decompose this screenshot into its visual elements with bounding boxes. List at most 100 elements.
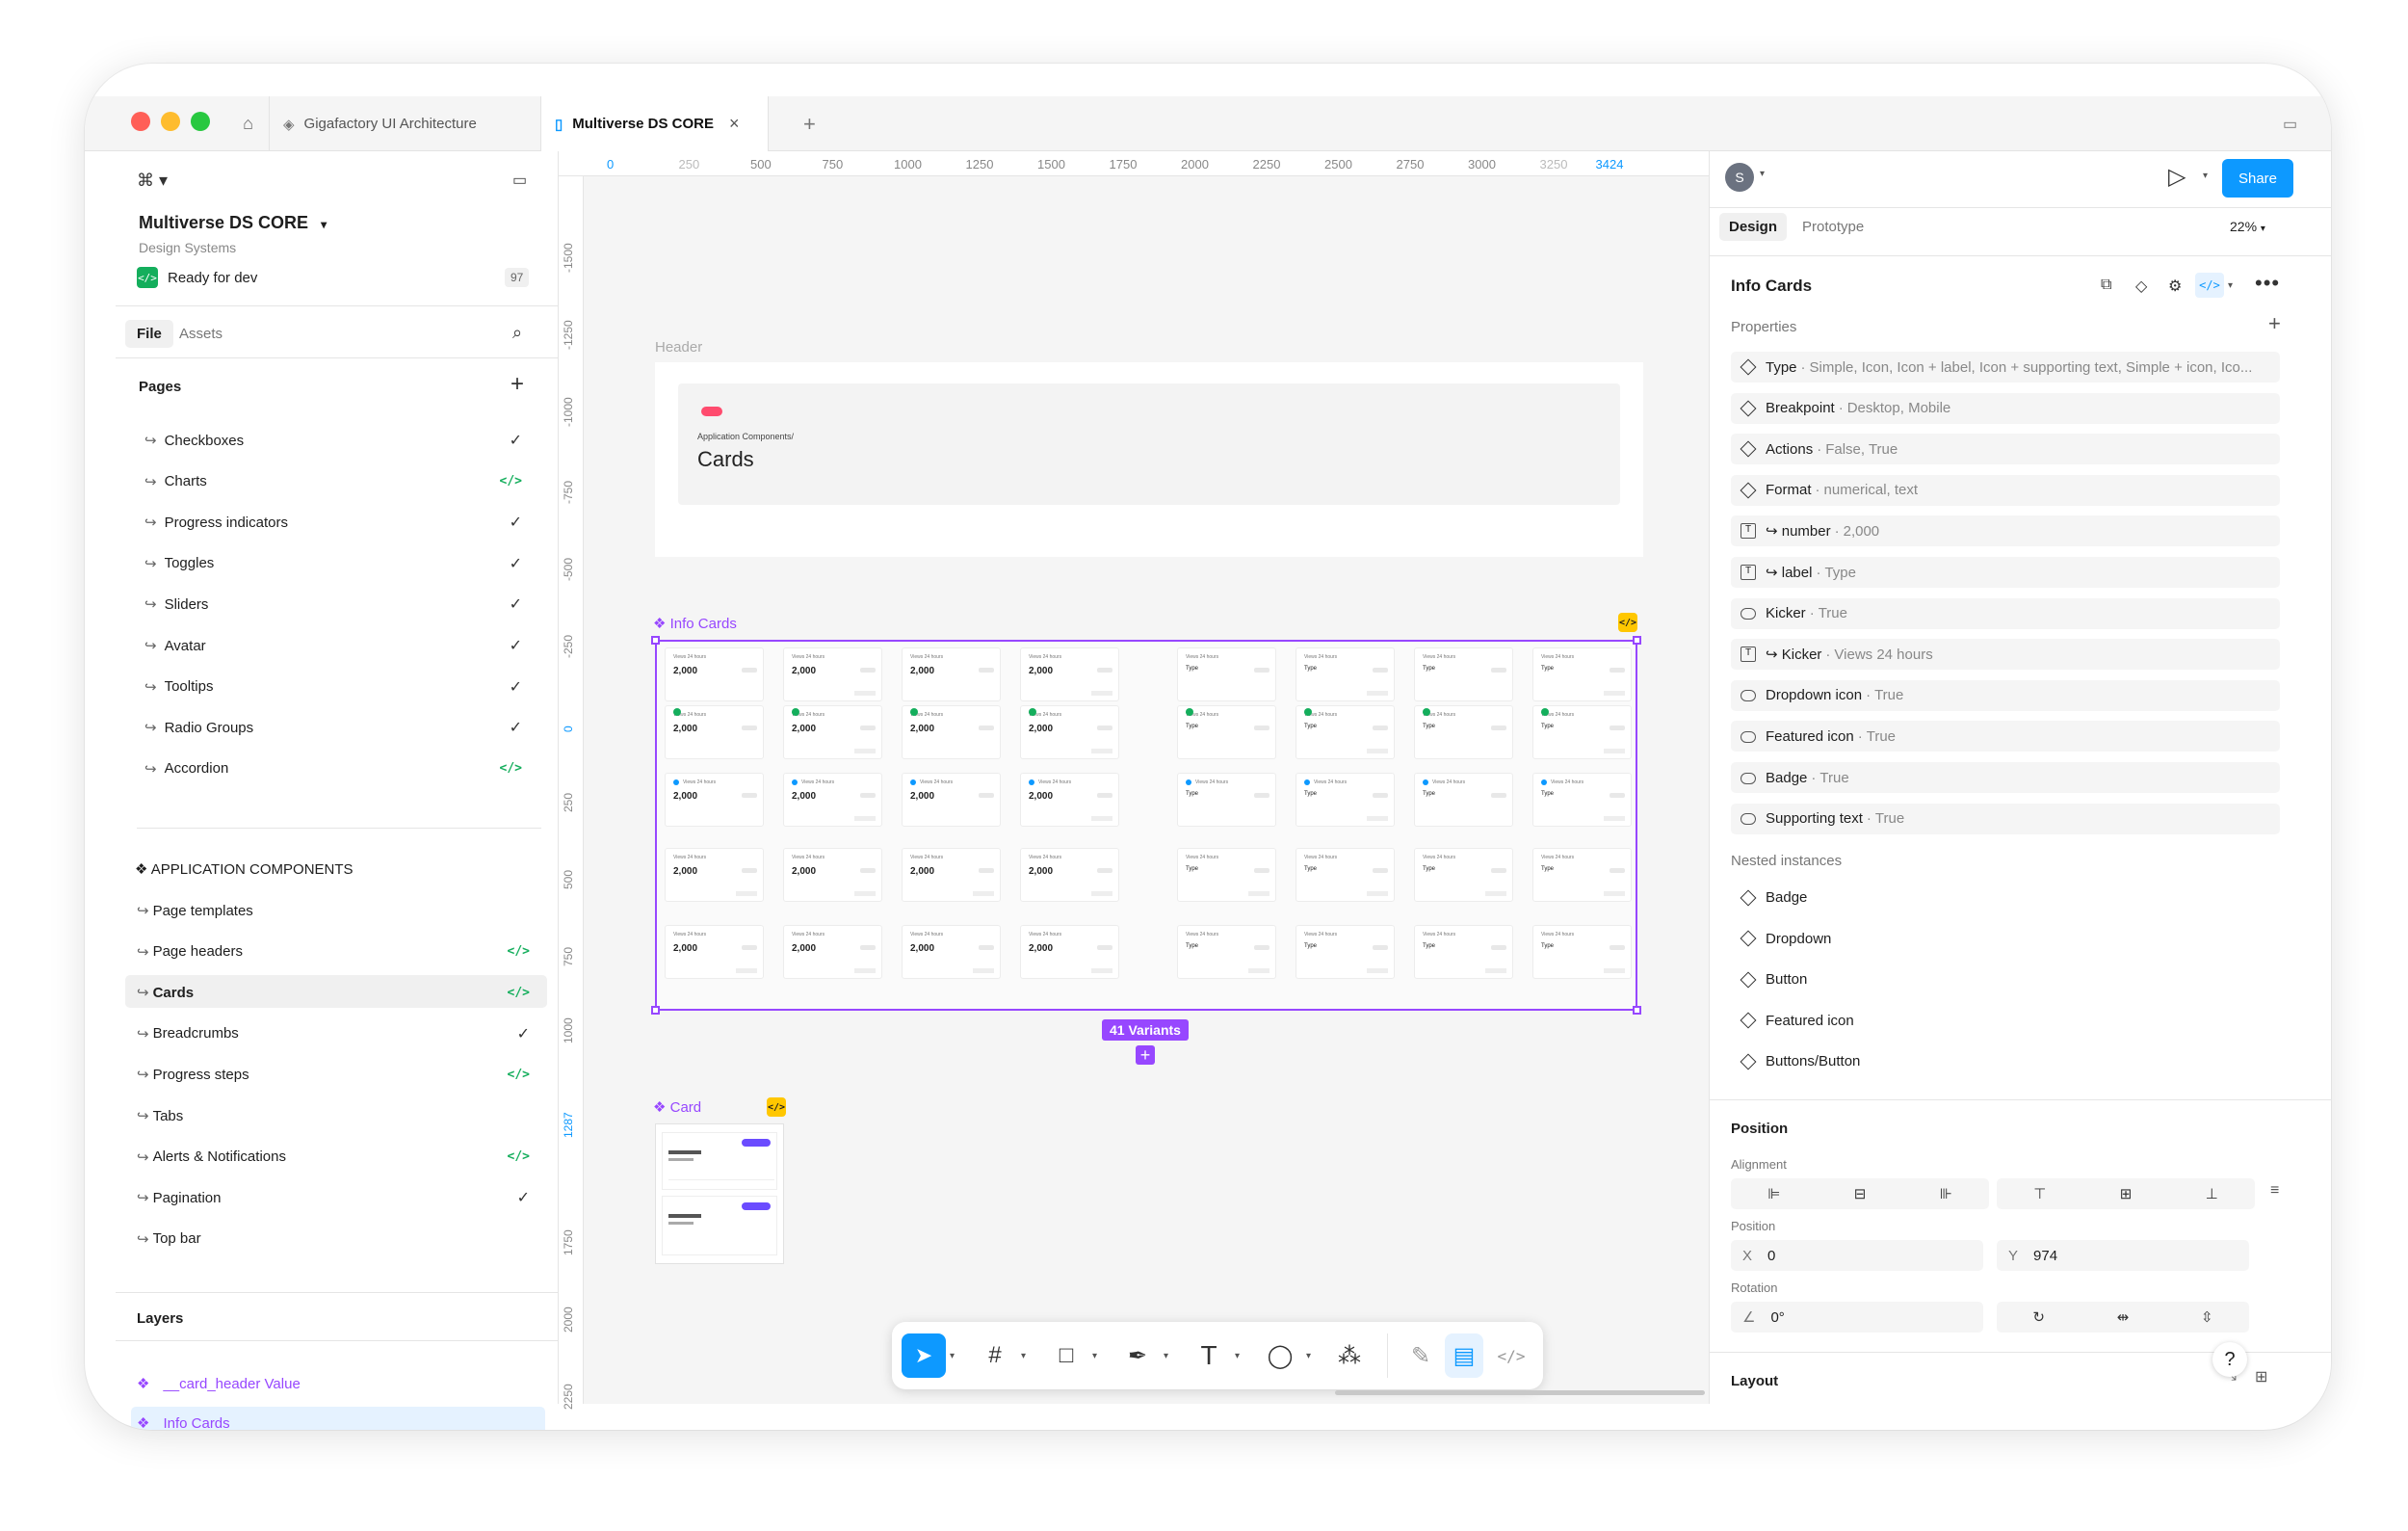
page-item[interactable]: ↪ Tooltips ✓ <box>144 677 549 697</box>
info-cards-frame-label[interactable]: ❖ Info Cards <box>653 615 737 632</box>
horizontal-alignment-group[interactable]: ⊫ ⊟ ⊪ <box>1731 1178 1989 1209</box>
tab-multiverse[interactable]: ▯ Multiverse DS CORE × <box>541 96 769 151</box>
distribute-icon[interactable]: ≡ <box>2270 1182 2279 1200</box>
pen-tool-button[interactable]: ✒ <box>1115 1333 1160 1378</box>
property-row[interactable]: Featured icon · True <box>1731 721 2280 752</box>
align-middle-icon[interactable]: ⊞ <box>2120 1185 2133 1202</box>
nested-instance[interactable]: Dropdown <box>1740 931 1831 947</box>
flip-horizontal-icon[interactable]: ⇹ <box>2117 1308 2130 1326</box>
panel-layout-icon[interactable]: ▭ <box>512 171 527 190</box>
page-item[interactable]: ↪ Radio Groups ✓ <box>144 718 549 737</box>
nested-instance[interactable]: Buttons/Button <box>1740 1053 1860 1069</box>
property-row[interactable]: Badge · True <box>1731 762 2280 793</box>
nested-instance[interactable]: Featured icon <box>1740 1013 1854 1029</box>
section-app-components[interactable]: ❖ APPLICATION COMPONENTS <box>135 860 353 878</box>
move-tool-button[interactable]: ➤ <box>902 1333 946 1378</box>
property-row[interactable]: Type · Simple, Icon, Icon + label, Icon + … <box>1731 352 2280 383</box>
maximize-window-button[interactable] <box>191 112 210 131</box>
page-item[interactable]: ↪ Progress indicators ✓ <box>144 513 549 532</box>
share-button[interactable]: Share <box>2222 159 2293 198</box>
layer-card-header-value[interactable]: ❖ __card_header Value <box>137 1375 301 1393</box>
align-bottom-icon[interactable]: ⊥ <box>2206 1185 2218 1202</box>
comment-tool-button[interactable]: ◯ <box>1258 1333 1302 1378</box>
figma-menu-button[interactable]: ⌘ ▾ <box>137 171 168 191</box>
tab-design[interactable]: Design <box>1719 213 1788 241</box>
property-row[interactable]: Supporting text · True <box>1731 803 2280 834</box>
chevron-down-icon[interactable]: ▾ <box>1235 1351 1240 1361</box>
property-row[interactable]: T ↪ label · Type <box>1731 557 2280 588</box>
page-item[interactable]: ↪ Top bar <box>137 1229 549 1249</box>
component-icon[interactable]: ◇ <box>2135 277 2147 296</box>
align-right-icon[interactable]: ⊪ <box>1940 1185 1952 1202</box>
close-window-button[interactable] <box>131 112 150 131</box>
chevron-down-icon[interactable]: ▾ <box>1760 169 1765 179</box>
align-left-icon[interactable]: ⊫ <box>1767 1185 1780 1202</box>
dev-mode-button[interactable]: </> <box>1489 1333 1533 1378</box>
tab-assets[interactable]: Assets <box>179 326 222 342</box>
frame-tool-button[interactable]: # <box>973 1333 1017 1378</box>
sidebar-toggle-icon[interactable]: ▭ <box>2283 96 2297 151</box>
dev-status-icon[interactable]: </> <box>1618 613 1637 632</box>
tab-file[interactable]: File <box>125 320 173 348</box>
play-icon[interactable]: ▷ <box>2168 163 2186 191</box>
page-item[interactable]: ↪ Sliders ✓ <box>144 594 549 614</box>
header-frame-label[interactable]: Header <box>655 339 702 356</box>
chevron-down-icon[interactable]: ▾ <box>2203 171 2208 181</box>
zoom-control[interactable]: 22% ▾ <box>2230 219 2265 234</box>
card-component[interactable] <box>655 1123 784 1264</box>
home-tab[interactable]: ⌂ <box>227 96 270 151</box>
property-row[interactable]: Dropdown icon · True <box>1731 679 2280 711</box>
page-item[interactable]: ↪ Avatar ✓ <box>144 636 549 655</box>
property-row[interactable]: Breakpoint · Desktop, Mobile <box>1731 392 2280 424</box>
rotation-field[interactable]: ∠ 0° <box>1731 1302 1983 1333</box>
tab-prototype[interactable]: Prototype <box>1802 219 1864 235</box>
rotate-icon[interactable]: ↻ <box>2032 1308 2045 1326</box>
chevron-down-icon[interactable]: ▾ <box>1164 1351 1168 1361</box>
page-item[interactable]: ↪ Toggles ✓ <box>144 554 549 573</box>
file-title[interactable]: Multiverse DS CORE ▾ <box>139 213 327 233</box>
add-page-icon[interactable]: + <box>510 371 524 398</box>
help-button[interactable]: ? <box>2212 1342 2247 1377</box>
page-item[interactable]: ↪ Accordion </> <box>144 759 549 779</box>
page-item[interactable]: ↪ Progress steps </> <box>137 1065 549 1084</box>
chevron-down-icon[interactable]: ▾ <box>2228 280 2233 291</box>
rectangle-tool-button[interactable]: □ <box>1044 1333 1088 1378</box>
page-item[interactable]: ↪ Cards </> <box>137 983 549 1002</box>
transform-group[interactable]: ↻ ⇹ ⇳ <box>1997 1302 2249 1333</box>
page-item[interactable]: ↪ Breadcrumbs ✓ <box>137 1024 549 1043</box>
align-center-icon[interactable]: ⊟ <box>1854 1185 1867 1202</box>
horizontal-scrollbar[interactable] <box>1335 1390 1705 1395</box>
property-row[interactable]: Actions · False, True <box>1731 434 2280 465</box>
property-row[interactable]: T ↪ number · 2,000 <box>1731 515 2280 547</box>
search-icon[interactable]: ⌕ <box>512 323 522 343</box>
x-value[interactable]: 0 <box>1767 1248 1775 1264</box>
page-item[interactable]: ↪ Checkboxes ✓ <box>144 431 549 450</box>
nested-instance[interactable]: Button <box>1740 971 1807 988</box>
layer-info-cards[interactable]: ❖ Info Cards <box>137 1414 230 1431</box>
page-item[interactable]: ↪ Page headers </> <box>137 942 549 962</box>
card-frame-label[interactable]: ❖ Card <box>653 1098 701 1116</box>
rotation-value[interactable]: 0° <box>1770 1309 1784 1326</box>
property-row[interactable]: Kicker · True <box>1731 597 2280 629</box>
add-variant-button[interactable]: + <box>1136 1045 1155 1065</box>
info-cards-frame[interactable]: Views 24 hours 2,000 Views 24 hours 2,000 Vi… <box>655 640 1637 1011</box>
avatar[interactable]: S <box>1725 163 1754 192</box>
page-item[interactable]: ↪ Charts </> <box>144 472 549 491</box>
add-property-icon[interactable]: + <box>2268 311 2281 336</box>
chevron-down-icon[interactable]: ▾ <box>1021 1351 1026 1361</box>
new-tab-button[interactable]: + <box>803 96 816 151</box>
x-field[interactable]: X0 <box>1731 1240 1983 1271</box>
vertical-alignment-group[interactable]: ⊤ ⊞ ⊥ <box>1997 1178 2255 1209</box>
design-mode-button[interactable]: ▤ <box>1445 1333 1483 1378</box>
ready-for-dev-link[interactable]: Ready for dev <box>168 270 257 286</box>
y-value[interactable]: 974 <box>2033 1248 2057 1264</box>
page-item[interactable]: ↪ Tabs <box>137 1106 549 1125</box>
nested-instance[interactable]: Badge <box>1740 889 1807 906</box>
align-top-icon[interactable]: ⊤ <box>2033 1185 2046 1202</box>
auto-layout-icon[interactable]: ⊞ <box>2255 1367 2267 1386</box>
page-item[interactable]: ↪ Pagination ✓ <box>137 1188 549 1207</box>
property-row[interactable]: T ↪ Kicker · Views 24 hours <box>1731 639 2280 671</box>
dev-status-icon[interactable]: </> <box>767 1097 786 1117</box>
page-item[interactable]: ↪ Page templates <box>137 901 549 920</box>
minimize-window-button[interactable] <box>161 112 180 131</box>
